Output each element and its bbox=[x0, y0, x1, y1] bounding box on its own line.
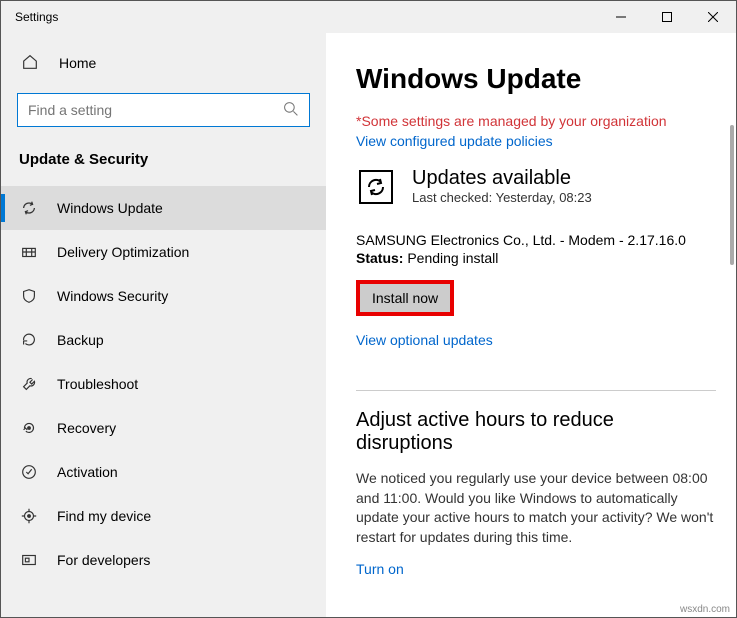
window-controls bbox=[326, 1, 736, 33]
install-now-button[interactable]: Install now bbox=[356, 280, 454, 316]
sidebar-item-backup[interactable]: Backup bbox=[1, 318, 326, 362]
home-icon bbox=[21, 53, 39, 74]
sidebar-item-label: Recovery bbox=[57, 420, 116, 436]
scrollbar-thumb[interactable] bbox=[730, 125, 734, 265]
content-pane: Windows Update *Some settings are manage… bbox=[326, 33, 736, 617]
org-managed-notice: *Some settings are managed by your organ… bbox=[356, 113, 716, 129]
developers-icon bbox=[19, 550, 39, 570]
configured-policies-link[interactable]: View configured update policies bbox=[356, 133, 553, 149]
sidebar-item-label: Backup bbox=[57, 332, 104, 348]
updates-available-block: Updates available Last checked: Yesterda… bbox=[356, 167, 716, 210]
sidebar-item-label: Activation bbox=[57, 464, 118, 480]
update-item-status: Status: Pending install bbox=[356, 250, 716, 266]
search-input-container[interactable] bbox=[17, 93, 310, 127]
divider bbox=[356, 390, 716, 391]
scrollbar[interactable] bbox=[730, 125, 734, 617]
last-checked-text: Last checked: Yesterday, 08:23 bbox=[412, 190, 592, 205]
update-item-name: SAMSUNG Electronics Co., Ltd. - Modem - … bbox=[356, 232, 716, 248]
sidebar-item-label: For developers bbox=[57, 552, 150, 568]
sidebar-item-troubleshoot[interactable]: Troubleshoot bbox=[1, 362, 326, 406]
sidebar-item-label: Windows Update bbox=[57, 200, 163, 216]
active-hours-heading: Adjust active hours to reduce disruption… bbox=[356, 409, 716, 455]
status-value: Pending install bbox=[403, 250, 498, 266]
sidebar-item-delivery-optimization[interactable]: Delivery Optimization bbox=[1, 230, 326, 274]
home-nav[interactable]: Home bbox=[1, 43, 326, 83]
window-title: Settings bbox=[1, 10, 326, 24]
delivery-icon bbox=[19, 242, 39, 262]
optional-updates-link[interactable]: View optional updates bbox=[356, 332, 493, 348]
sidebar-item-windows-security[interactable]: Windows Security bbox=[1, 274, 326, 318]
sidebar-item-windows-update[interactable]: Windows Update bbox=[1, 186, 326, 230]
shield-icon bbox=[19, 286, 39, 306]
backup-icon bbox=[19, 330, 39, 350]
search-icon bbox=[283, 101, 299, 120]
sidebar-item-label: Troubleshoot bbox=[57, 376, 138, 392]
activation-icon bbox=[19, 462, 39, 482]
sidebar-item-activation[interactable]: Activation bbox=[1, 450, 326, 494]
home-label: Home bbox=[59, 55, 96, 71]
update-sync-icon bbox=[356, 167, 396, 210]
titlebar: Settings bbox=[1, 1, 736, 33]
page-title: Windows Update bbox=[356, 63, 716, 95]
location-icon bbox=[19, 506, 39, 526]
sidebar-item-label: Find my device bbox=[57, 508, 151, 524]
sidebar-item-label: Windows Security bbox=[57, 288, 168, 304]
sync-icon bbox=[19, 198, 39, 218]
active-hours-body: We noticed you regularly use your device… bbox=[356, 469, 716, 547]
sidebar-item-find-my-device[interactable]: Find my device bbox=[1, 494, 326, 538]
watermark: wsxdn.com bbox=[680, 604, 730, 615]
status-label: Status: bbox=[356, 250, 403, 266]
section-header: Update & Security bbox=[1, 145, 326, 186]
recovery-icon bbox=[19, 418, 39, 438]
turn-on-link[interactable]: Turn on bbox=[356, 561, 404, 577]
updates-available-title: Updates available bbox=[412, 167, 592, 190]
close-button[interactable] bbox=[690, 1, 736, 33]
sidebar-item-recovery[interactable]: Recovery bbox=[1, 406, 326, 450]
sidebar-item-label: Delivery Optimization bbox=[57, 244, 189, 260]
maximize-button[interactable] bbox=[644, 1, 690, 33]
search-input[interactable] bbox=[28, 102, 283, 118]
minimize-button[interactable] bbox=[598, 1, 644, 33]
troubleshoot-icon bbox=[19, 374, 39, 394]
sidebar: Home Update & Security Windows Update De… bbox=[1, 33, 326, 617]
sidebar-item-for-developers[interactable]: For developers bbox=[1, 538, 326, 582]
